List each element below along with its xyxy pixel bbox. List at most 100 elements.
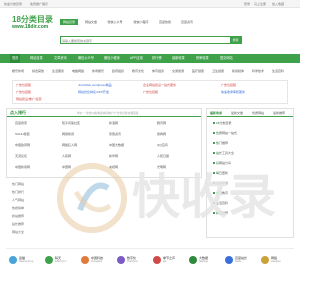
- category-link[interactable]: 卫生健康: [212, 69, 224, 73]
- featured-card[interactable]: 蓝猫 NatsumiCup: [8, 255, 42, 293]
- tab-latest-included[interactable]: 最新收录: [210, 111, 222, 115]
- hot-list-item[interactable]: 网站大全: [12, 230, 24, 234]
- list-item[interactable]: 站长工具大全: [213, 151, 234, 155]
- featured-cards: 蓝猫 NatsumiCup 晴天 18dir.com 中国科技 zhongkej…: [6, 248, 294, 296]
- hot-list-item[interactable]: 站长推荐: [12, 222, 24, 226]
- search-box: 搜索: [60, 36, 242, 45]
- category-link[interactable]: 政府组织: [112, 69, 124, 73]
- announce-item[interactable]: 广告位招租: [221, 83, 236, 87]
- featured-card[interactable]: 百度站长 baidu: [224, 255, 258, 293]
- featured-card[interactable]: 季节之声 jijie: [152, 255, 186, 293]
- login-link[interactable]: 登录: [244, 2, 250, 6]
- site-link[interactable]: 央视网: [109, 165, 118, 169]
- nav-fast-review[interactable]: 快审收录: [196, 54, 209, 63]
- category-link[interactable]: 综合其他: [32, 69, 44, 73]
- tab-wechat-miniprograms[interactable]: 微信小程序: [130, 19, 152, 25]
- site-link[interactable]: 人民日报: [157, 154, 169, 158]
- featured-card[interactable]: 中国科技 zhongkeji: [80, 255, 114, 293]
- nav-wechat[interactable]: 微信公众号: [78, 54, 94, 63]
- site-link[interactable]: 百度搜索: [15, 121, 27, 125]
- site-link[interactable]: 中国网: [62, 165, 71, 169]
- site-link[interactable]: SOHU搜狐: [15, 132, 30, 136]
- search-input[interactable]: [62, 38, 222, 43]
- category-link[interactable]: 交通旅游: [172, 69, 184, 73]
- featured-card[interactable]: 网络 wangluo: [260, 255, 294, 293]
- site-logo[interactable]: 18分类目录 www.18dir.com: [12, 15, 53, 30]
- favorite-link[interactable]: 加入收藏: [272, 2, 284, 6]
- category-link[interactable]: 休闲娱乐: [92, 69, 104, 73]
- announce-item[interactable]: 网站优化排名/APP开发: [78, 90, 109, 94]
- category-link[interactable]: 医疗健康: [192, 69, 204, 73]
- list-item[interactable]: 资源导航: [213, 181, 228, 185]
- site-link[interactable]: 凤凰资讯: [109, 132, 121, 136]
- tab-site-directory[interactable]: 网站目录: [60, 19, 78, 25]
- site-link[interactable]: QQ空间: [157, 143, 168, 147]
- category-link[interactable]: 科学技术: [252, 69, 264, 73]
- category-link[interactable]: 新闻媒体: [232, 69, 244, 73]
- hot-list-item[interactable]: 新站推荐: [12, 214, 24, 218]
- category-link[interactable]: 体育健身: [152, 69, 164, 73]
- category-link[interactable]: 生活百科: [272, 69, 284, 73]
- list-item[interactable]: 每日更新: [213, 171, 228, 175]
- site-link[interactable]: 知乎问答社区: [62, 121, 80, 125]
- card-sub: NatsumiCup: [19, 260, 34, 263]
- list-item[interactable]: 优质网站一站式: [213, 131, 237, 135]
- nav-app[interactable]: APP应用: [130, 54, 143, 63]
- tab-latest-articles[interactable]: 最新文章: [231, 111, 243, 115]
- announce-item[interactable]: 网站建设/推广/运营: [16, 97, 42, 101]
- announce-item[interactable]: 广告位招租: [143, 90, 158, 94]
- nav-ranking[interactable]: 排行榜: [152, 54, 162, 63]
- site-link[interactable]: 新华网: [109, 154, 118, 158]
- tab-articles[interactable]: 网站文章: [82, 19, 100, 25]
- announce-item[interactable]: 企业网站建设一站式服务: [143, 83, 176, 87]
- search-button[interactable]: 搜索: [229, 36, 242, 45]
- site-link[interactable]: 网易新闻: [62, 132, 74, 136]
- announce-item[interactable]: JuzhiWeb wordpress精品: [78, 83, 112, 87]
- nav-home[interactable]: 首页: [10, 54, 21, 63]
- latest-tabs: 最新收录 最新文章 优质网站 最新推荐: [207, 109, 293, 117]
- featured-card[interactable]: 大数据 dashuju: [188, 255, 222, 293]
- category-link[interactable]: 娱乐休闲: [12, 69, 24, 73]
- announce-item[interactable]: 广告位招租: [16, 90, 31, 94]
- featured-card[interactable]: 晴天 18dir.com: [44, 255, 78, 293]
- nav-articles[interactable]: 文章资讯: [54, 54, 67, 63]
- site-link[interactable]: 搜狗网: [157, 132, 166, 136]
- site-link[interactable]: 新浪网: [109, 121, 118, 125]
- site-link[interactable]: 腾讯网: [157, 121, 166, 125]
- site-link[interactable]: 网络红人网: [62, 143, 77, 147]
- tab-quality-sites[interactable]: 优质网站: [252, 111, 264, 115]
- list-item[interactable]: 精选推荐: [213, 211, 228, 215]
- list-item[interactable]: 热门推荐: [213, 141, 228, 145]
- category-link[interactable]: 电脑网络: [72, 69, 84, 73]
- list-item[interactable]: 学习教育: [213, 191, 228, 195]
- nav-submit[interactable]: 提交网站: [220, 54, 233, 63]
- hot-list-item[interactable]: 热门排行: [12, 190, 24, 194]
- list-item[interactable]: 生活百科: [213, 201, 228, 205]
- nav-directory[interactable]: 网站目录: [30, 54, 43, 63]
- card-sub: 18dir.com: [55, 260, 67, 263]
- nav-miniprogram[interactable]: 微信小程序: [104, 54, 120, 63]
- hot-list-item[interactable]: 热门网站: [12, 182, 24, 186]
- category-link[interactable]: 教育文化: [132, 69, 144, 73]
- site-link[interactable]: 中国政府网: [15, 143, 30, 147]
- list-item[interactable]: 好网站分享: [213, 161, 231, 165]
- announce-item[interactable]: 快速收录审核服务: [221, 90, 245, 94]
- featured-card[interactable]: 数字化 shuzihua: [116, 255, 150, 293]
- category-link[interactable]: 生活服务: [52, 69, 64, 73]
- site-link[interactable]: 天涯论坛: [15, 154, 27, 158]
- tab-wechat-accounts[interactable]: 微信公众号: [104, 19, 126, 25]
- ad-link[interactable]: 免费推广展示: [30, 2, 48, 6]
- list-item[interactable]: 18分类目录: [213, 121, 231, 125]
- site-link[interactable]: 中国新闻网: [15, 165, 30, 169]
- site-link[interactable]: 光明网: [157, 165, 166, 169]
- announce-item[interactable]: 广告位招租: [16, 83, 31, 87]
- hot-list-item[interactable]: 热搜榜单: [12, 206, 24, 210]
- nav-latest[interactable]: 最新收录: [172, 54, 185, 63]
- site-link[interactable]: 人民网: [62, 154, 71, 158]
- hot-list-item[interactable]: 人气网站: [12, 198, 24, 202]
- tab-baidu-news[interactable]: 百度资讯: [178, 19, 196, 25]
- tab-baidu-hot[interactable]: 百度热搜: [156, 19, 174, 25]
- register-link[interactable]: 马上注册: [254, 2, 266, 6]
- tab-latest-recommend[interactable]: 最新推荐: [273, 111, 285, 115]
- site-link[interactable]: 中国大数据: [109, 143, 124, 147]
